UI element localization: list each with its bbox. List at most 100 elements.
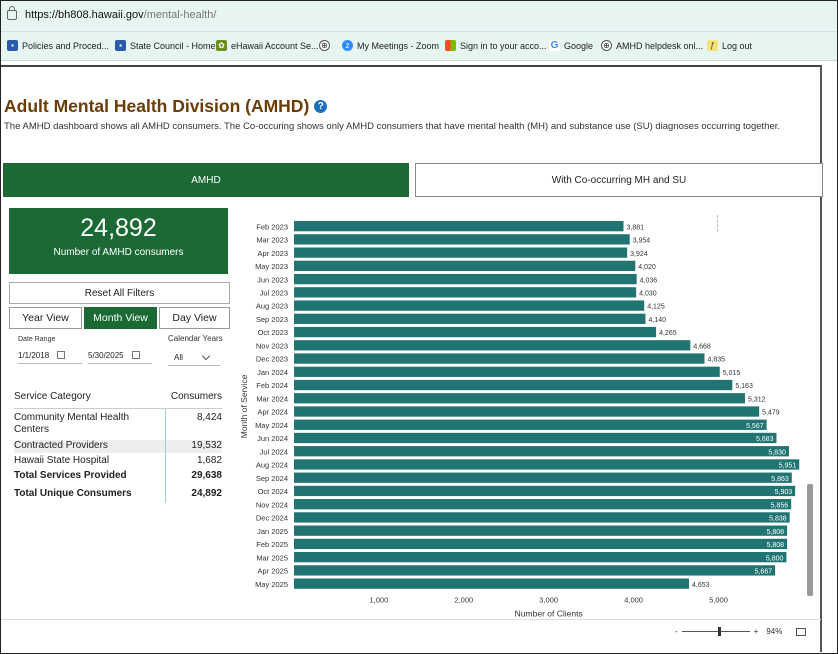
zoom-icon: z: [342, 40, 353, 51]
reset-filters-button[interactable]: Reset All Filters: [9, 282, 230, 304]
zoom-slider-thumb[interactable]: [717, 627, 721, 636]
bar[interactable]: [294, 366, 720, 377]
table-row[interactable]: Community Mental Health Centers 8,424: [14, 412, 222, 438]
y-tick-label: Jul 2023: [260, 289, 288, 298]
fit-page-icon[interactable]: [796, 627, 807, 636]
y-axis-label: Month of Service: [239, 374, 249, 438]
bookmark-zoom[interactable]: z My Meetings - Zoom: [342, 40, 439, 51]
zoom-slider[interactable]: [681, 627, 750, 636]
year-view-button[interactable]: Year View: [9, 307, 82, 329]
bar[interactable]: [294, 419, 767, 430]
bookmark-policies[interactable]: ▪ Policies and Proced...: [7, 40, 109, 51]
calendar-icon[interactable]: [131, 351, 140, 359]
chevron-down-icon: [201, 351, 211, 360]
bar[interactable]: [294, 565, 776, 576]
bookmark-state-council[interactable]: ▪ State Council - Home: [115, 40, 216, 51]
bar[interactable]: [294, 406, 760, 417]
column-header-consumers[interactable]: Consumers: [171, 391, 222, 402]
data-label: 4,668: [693, 343, 711, 350]
bar[interactable]: [294, 340, 691, 351]
bar[interactable]: [294, 525, 788, 536]
microsoft-icon: [445, 40, 456, 51]
y-tick-label: Jul 2024: [260, 447, 288, 456]
bookmark-globe[interactable]: ⊕: [319, 40, 334, 51]
lock-icon: [7, 6, 17, 20]
data-label: 4,125: [647, 304, 665, 311]
y-tick-label: Mar 2024: [256, 394, 288, 403]
data-label: 5,863: [771, 476, 789, 483]
bar[interactable]: [294, 234, 630, 245]
tab-amhd[interactable]: AMHD: [3, 163, 409, 197]
bar[interactable]: [294, 499, 792, 510]
bar[interactable]: [294, 353, 705, 364]
day-view-button[interactable]: Day View: [159, 307, 230, 329]
bar[interactable]: [294, 485, 796, 497]
divider: [820, 65, 822, 652]
bar[interactable]: [294, 326, 657, 338]
bar[interactable]: [294, 393, 745, 404]
bookmark-ehawaii[interactable]: ✿ eHawaii Account Se...: [216, 40, 319, 51]
data-label: 4,835: [707, 357, 725, 364]
help-icon[interactable]: ?: [314, 100, 328, 113]
bar[interactable]: [294, 313, 646, 324]
y-tick-label: Dec 2023: [256, 355, 288, 364]
data-label: 4,653: [692, 582, 710, 589]
y-tick-label: Jan 2025: [257, 527, 288, 536]
column-header-category[interactable]: Service Category: [14, 391, 91, 402]
address-bar[interactable]: https://bh808.hawaii.gov/mental-health/: [1, 1, 837, 32]
date-end-value: 5/30/2025: [88, 350, 124, 360]
bar[interactable]: [294, 538, 788, 550]
date-start-field[interactable]: 1/1/2018: [18, 347, 82, 364]
bar[interactable]: [294, 273, 637, 285]
bar[interactable]: [294, 432, 777, 444]
bar[interactable]: [294, 459, 800, 470]
google-icon: G: [549, 40, 560, 51]
bar[interactable]: [294, 260, 636, 272]
bar-chart: Feb 2023 3,881 Mar 2023 3,954 Apr 2023 3,924 M…: [239, 221, 800, 619]
page-subtitle: The AMHD dashboard shows all AMHD consum…: [4, 121, 781, 132]
data-label: 3,881: [626, 224, 644, 231]
y-tick-label: May 2024: [255, 421, 288, 430]
url-text[interactable]: https://bh808.hawaii.gov/mental-health/: [25, 9, 216, 21]
zoom-out-button[interactable]: -: [675, 627, 678, 636]
bar[interactable]: [294, 221, 624, 232]
data-label: 5,856: [771, 502, 789, 509]
y-tick-label: Feb 2023: [256, 222, 288, 231]
bar[interactable]: [294, 578, 690, 589]
data-label: 5,667: [755, 569, 773, 576]
tab-co-occurring[interactable]: With Co-occurring MH and SU: [415, 163, 823, 197]
table-row[interactable]: Hawaii State Hospital 1,682: [14, 455, 222, 468]
bookmark-microsoft[interactable]: Sign in to your acco...: [445, 40, 547, 51]
calendar-icon[interactable]: [57, 351, 66, 359]
data-label: 4,140: [648, 317, 666, 324]
calendar-years-value: All: [174, 352, 183, 362]
y-tick-label: Feb 2025: [256, 540, 288, 549]
zoom-level: 94%: [766, 627, 783, 636]
bar[interactable]: [294, 300, 645, 311]
bookmark-helpdesk[interactable]: ⊕ AMHD helpdesk onl...: [601, 40, 703, 51]
date-end-field[interactable]: 5/30/2025: [88, 347, 152, 364]
calendar-years-select[interactable]: All: [168, 349, 220, 366]
kpi-value: 24,892: [80, 214, 157, 242]
bookmark-logout[interactable]: ƒ Log out: [707, 40, 752, 51]
y-tick-label: Aug 2023: [256, 302, 288, 311]
bar[interactable]: [294, 379, 733, 391]
data-label: 5,163: [735, 383, 753, 390]
data-label: 4,036: [640, 277, 658, 284]
y-tick-label: Mar 2023: [256, 236, 288, 245]
page-icon: ▪: [115, 40, 126, 51]
bookmark-label: State Council - Home: [130, 40, 216, 51]
table-row[interactable]: Contracted Providers 19,532: [14, 440, 222, 453]
column-divider: [165, 409, 166, 503]
bar[interactable]: [294, 512, 790, 523]
bar[interactable]: [294, 446, 789, 457]
bar[interactable]: [294, 247, 628, 258]
bookmark-google[interactable]: G Google: [549, 40, 593, 51]
zoom-in-button[interactable]: +: [754, 627, 759, 636]
bar[interactable]: [294, 552, 787, 563]
bar[interactable]: [294, 472, 792, 483]
row-value: 1,682: [196, 455, 222, 466]
bar[interactable]: [294, 287, 637, 298]
chart-scrollbar[interactable]: [807, 484, 813, 596]
month-view-button[interactable]: Month View: [84, 307, 157, 329]
